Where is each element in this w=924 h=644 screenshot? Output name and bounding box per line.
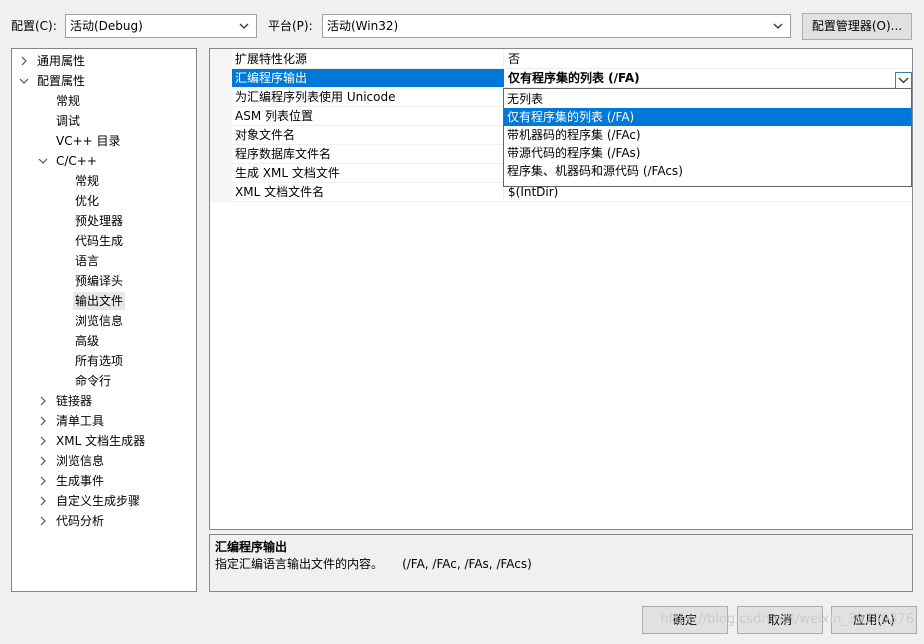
- tree-item-label: XML 文档生成器: [56, 434, 146, 448]
- tree-item[interactable]: 浏览信息: [12, 452, 196, 470]
- property-name: 对象文件名: [235, 128, 296, 142]
- description-title: 汇编程序输出: [215, 540, 288, 554]
- watermark: https://blog.csdn.net/weixin_39730376: [660, 612, 914, 627]
- description-text: 指定汇编语言输出文件的内容。 (/FA, /FAc, /FAs, /FAcs): [215, 557, 532, 571]
- tree-item-label: 命令行: [75, 374, 112, 388]
- chevron-right-icon[interactable]: [38, 436, 48, 446]
- property-name: 汇编程序输出: [235, 71, 308, 85]
- property-row[interactable]: 汇编程序输出 仅有程序集的列表 (/FA): [232, 69, 912, 88]
- tree-item[interactable]: 输出文件: [12, 292, 196, 310]
- dropdown-toggle-button[interactable]: [895, 72, 912, 89]
- property-name: 程序数据库文件名: [235, 147, 332, 161]
- tree-item-label: C/C++: [56, 154, 97, 168]
- tree-item[interactable]: VC++ 目录: [12, 132, 196, 150]
- grid-gutter: [210, 49, 232, 202]
- tree-item[interactable]: 常规: [12, 172, 196, 190]
- tree-item[interactable]: 代码生成: [12, 232, 196, 250]
- property-name: ASM 列表位置: [235, 109, 313, 123]
- config-label: 配置(C):: [11, 19, 57, 33]
- property-value[interactable]: 否: [508, 52, 520, 67]
- tree-item-label: 通用属性: [37, 54, 86, 68]
- property-name: XML 文档文件名: [235, 185, 325, 199]
- tree-item-label: 代码分析: [56, 514, 105, 528]
- tree-item-label: 预编译头: [75, 274, 124, 288]
- assembler-output-dropdown-list[interactable]: 无列表仅有程序集的列表 (/FA) 带机器码的程序集 (/FAc) 带源代码的程序集…: [503, 88, 912, 187]
- description-pane: 汇编程序输出 指定汇编语言输出文件的内容。 (/FA, /FAc, /FAs, …: [209, 534, 913, 592]
- tree-item-label: 常规: [56, 94, 81, 108]
- tree-item[interactable]: 优化: [12, 192, 196, 210]
- tree-item-label: 预处理器: [75, 214, 124, 228]
- tree-item-label: 输出文件: [73, 292, 126, 310]
- config-manager-button[interactable]: 配置管理器(O)...: [802, 13, 912, 40]
- chevron-down-icon: [773, 23, 783, 29]
- tree-item-label: 语言: [75, 254, 100, 268]
- tree-item-label: 浏览信息: [56, 454, 105, 468]
- property-tree[interactable]: 通用属性 配置属性 常规 调试 VC++ 目录 C/C++ 常规 优化 预处理器 代码生成 语言 预编…: [11, 48, 197, 592]
- tree-item[interactable]: 常规: [12, 92, 196, 110]
- tree-item-label: 高级: [75, 334, 100, 348]
- property-name: 为汇编程序列表使用 Unicode: [235, 90, 396, 104]
- chevron-down-icon: [239, 23, 249, 29]
- tree-item-label: 自定义生成步骤: [56, 494, 141, 508]
- tree-item[interactable]: 语言: [12, 252, 196, 270]
- tree-item[interactable]: C/C++: [12, 152, 196, 170]
- property-name: 生成 XML 文档文件: [235, 166, 340, 180]
- tree-item[interactable]: 所有选项: [12, 352, 196, 370]
- tree-item[interactable]: XML 文档生成器: [12, 432, 196, 450]
- property-row[interactable]: 扩展特性化源 否: [232, 50, 912, 69]
- tree-item-label: 代码生成: [75, 234, 124, 248]
- tree-item-label: 配置属性: [37, 74, 86, 88]
- chevron-right-icon[interactable]: [19, 56, 29, 66]
- chevron-right-icon[interactable]: [38, 516, 48, 526]
- tree-item[interactable]: 配置属性: [12, 72, 196, 90]
- tree-item-label: 优化: [75, 194, 100, 208]
- dropdown-option[interactable]: 程序集、机器码和源代码 (/FAcs): [504, 162, 911, 180]
- chevron-down-icon[interactable]: [19, 76, 29, 86]
- tree-item[interactable]: 生成事件: [12, 472, 196, 490]
- platform-combo-value: 活动(Win32): [327, 19, 399, 33]
- platform-label: 平台(P):: [268, 19, 313, 33]
- tree-item-label: VC++ 目录: [56, 134, 121, 148]
- tree-item[interactable]: 自定义生成步骤: [12, 492, 196, 510]
- config-combo-value: 活动(Debug): [70, 19, 143, 33]
- dropdown-option[interactable]: 带机器码的程序集 (/FAc): [504, 126, 911, 144]
- tree-item[interactable]: 通用属性: [12, 52, 196, 70]
- dropdown-option-label: 带机器码的程序集 (/FAc): [507, 128, 641, 142]
- dropdown-option-label: 无列表: [507, 92, 544, 106]
- chevron-down-icon: [898, 77, 909, 84]
- tree-item-label: 调试: [56, 114, 81, 128]
- tree-item-label: 所有选项: [75, 354, 124, 368]
- chevron-right-icon[interactable]: [38, 496, 48, 506]
- chevron-right-icon[interactable]: [38, 396, 48, 406]
- tree-item-label: 常规: [75, 174, 100, 188]
- tree-item[interactable]: 预编译头: [12, 272, 196, 290]
- tree-item[interactable]: 浏览信息: [12, 312, 196, 330]
- tree-item[interactable]: 预处理器: [12, 212, 196, 230]
- platform-combo[interactable]: 活动(Win32): [322, 14, 791, 38]
- dropdown-option-label: 仅有程序集的列表 (/FA): [507, 110, 635, 124]
- tree-item-label: 生成事件: [56, 474, 105, 488]
- tree-item-label: 浏览信息: [75, 314, 124, 328]
- dropdown-option[interactable]: 带源代码的程序集 (/FAs): [504, 144, 911, 162]
- dropdown-option-label: 程序集、机器码和源代码 (/FAcs): [507, 164, 683, 178]
- property-name: 扩展特性化源: [235, 52, 308, 66]
- dropdown-option[interactable]: 无列表: [504, 90, 911, 108]
- tree-item[interactable]: 高级: [12, 332, 196, 350]
- tree-item-label: 清单工具: [56, 414, 105, 428]
- dropdown-option-label: 带源代码的程序集 (/FAs): [507, 146, 641, 160]
- tree-item[interactable]: 调试: [12, 112, 196, 130]
- chevron-right-icon[interactable]: [38, 456, 48, 466]
- tree-item-label: 链接器: [56, 394, 93, 408]
- property-value[interactable]: 仅有程序集的列表 (/FA): [508, 71, 640, 86]
- chevron-right-icon[interactable]: [38, 476, 48, 486]
- tree-item[interactable]: 链接器: [12, 392, 196, 410]
- property-value[interactable]: $(IntDir): [508, 185, 558, 200]
- chevron-down-icon[interactable]: [38, 156, 48, 166]
- chevron-right-icon[interactable]: [38, 416, 48, 426]
- dropdown-option[interactable]: 仅有程序集的列表 (/FA): [504, 108, 911, 126]
- config-combo[interactable]: 活动(Debug): [65, 14, 257, 38]
- tree-item[interactable]: 命令行: [12, 372, 196, 390]
- tree-item[interactable]: 代码分析: [12, 512, 196, 530]
- tree-item[interactable]: 清单工具: [12, 412, 196, 430]
